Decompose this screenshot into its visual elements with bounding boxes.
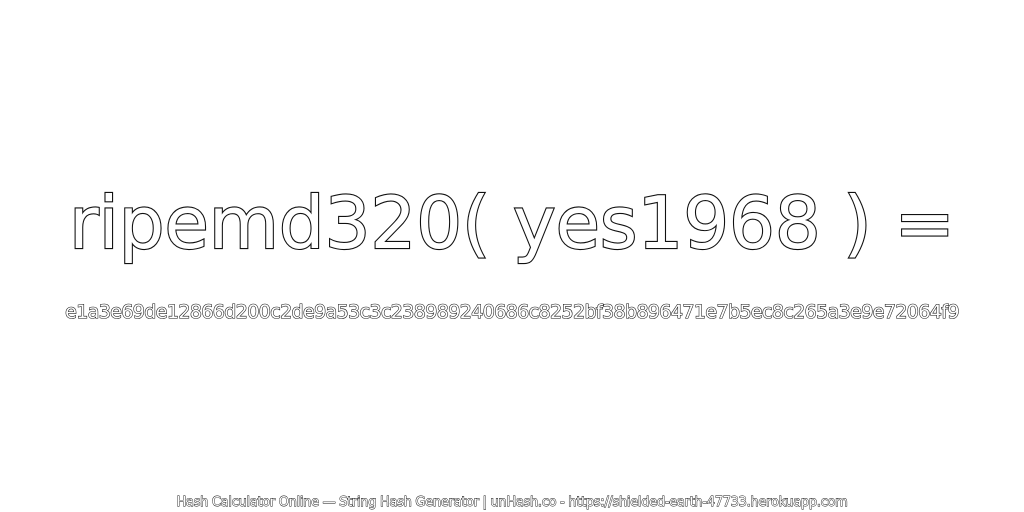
hash-digest-value: e1a3e69de12866d200c2de9a53c3c23898924068… [65, 300, 960, 323]
hash-expression-title: ripemd320( yes1968 ) = [68, 180, 956, 266]
site-attribution-footer: Hash Calculator Online — String Hash Gen… [176, 495, 848, 511]
hash-result-card: ripemd320( yes1968 ) = e1a3e69de12866d20… [0, 0, 1024, 512]
